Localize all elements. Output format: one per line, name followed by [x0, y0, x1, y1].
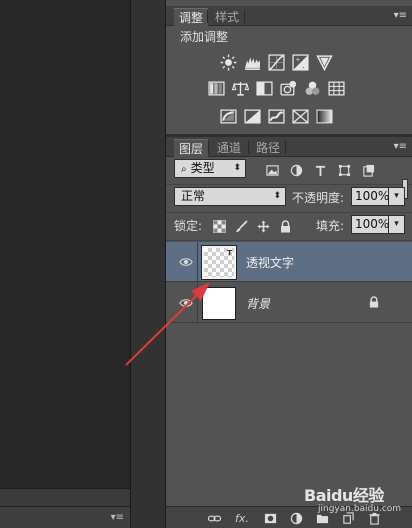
- chevron-updown-icon: ⬍: [233, 163, 241, 173]
- blend-mode-select[interactable]: 正常 ⬍: [174, 187, 286, 206]
- tab-paths[interactable]: 路径: [251, 139, 285, 157]
- adjustment-icons-row-2: [166, 78, 412, 98]
- shape-filter-icon[interactable]: [336, 162, 352, 178]
- lock-position-icon[interactable]: [256, 219, 271, 234]
- lock-icon[interactable]: [368, 296, 382, 310]
- adjustment-icons-row-3: [166, 106, 412, 126]
- tab-separator: [285, 141, 286, 154]
- blend-mode-value: 正常: [181, 189, 206, 203]
- filter-type-select[interactable]: ⌕ 类型 ⬍: [174, 159, 246, 178]
- image-filter-icon[interactable]: [264, 162, 280, 178]
- canvas-horizontal-scrollbar[interactable]: [0, 488, 130, 506]
- tab-layers[interactable]: 图层: [174, 139, 209, 157]
- tab-separator: [248, 141, 249, 154]
- adjustments-panel: 调整 样式 ▾≡ 添加调整 + -: [166, 0, 412, 134]
- lock-image-pixels-icon[interactable]: [234, 219, 249, 234]
- link-icon[interactable]: [206, 511, 222, 525]
- smart-object-filter-icon[interactable]: [360, 162, 376, 178]
- tab-adjustments[interactable]: 调整: [174, 8, 209, 26]
- canvas-area[interactable]: [0, 0, 130, 506]
- opacity-label: 不透明度:: [292, 191, 345, 205]
- layer-thumbnail-transparent[interactable]: T: [201, 245, 237, 280]
- tab-styles[interactable]: 样式: [210, 8, 244, 26]
- column-separator: [197, 242, 198, 282]
- canvas-status-bar: ▾≡: [0, 506, 130, 528]
- black-white-icon[interactable]: [254, 78, 274, 98]
- fill-dropdown-button[interactable]: ▾: [389, 215, 405, 234]
- color-lookup-icon[interactable]: [326, 78, 346, 98]
- fill-label: 填充:: [316, 219, 345, 233]
- tab-separator: [244, 10, 245, 23]
- layer-filter-row: ⌕ 类型 ⬍: [166, 157, 412, 199]
- svg-text:+: +: [295, 55, 300, 63]
- invert-icon[interactable]: [218, 106, 238, 126]
- panel-menu-icon[interactable]: ▾≡: [394, 141, 407, 152]
- layers-panel: 图层 通道 路径 ▾≡ ⌕ 类型 ⬍ 正常 ⬍ 不透明度: 100% ▾ 锁定:…: [166, 137, 412, 506]
- lock-fill-row: 锁定: 填充: 100% ▾: [166, 213, 412, 241]
- levels-icon[interactable]: [242, 52, 262, 72]
- baidu-watermark: Baidu经验 jingyan.baidu.com: [300, 482, 410, 520]
- color-balance-icon[interactable]: [230, 78, 250, 98]
- fx-icon[interactable]: fx.: [234, 511, 250, 525]
- svg-text:-: -: [302, 62, 304, 70]
- blend-opacity-row: 正常 ⬍ 不透明度: 100% ▾: [166, 185, 412, 213]
- threshold-icon[interactable]: [266, 106, 286, 126]
- lock-transparent-pixels-icon[interactable]: [212, 219, 227, 234]
- layers-tabbar: 图层 通道 路径 ▾≡: [166, 137, 412, 157]
- type-filter-icon[interactable]: [312, 162, 328, 178]
- gradient-map-icon[interactable]: [314, 106, 334, 126]
- filter-type-value: 类型: [190, 161, 215, 175]
- tab-channels[interactable]: 通道: [212, 139, 246, 157]
- search-icon: ⌕: [181, 164, 187, 175]
- eye-icon[interactable]: [178, 254, 194, 270]
- posterize-icon[interactable]: [242, 106, 262, 126]
- text-layer-thumbnail-mark: T: [227, 249, 232, 257]
- curves-icon[interactable]: [266, 52, 286, 72]
- tab-separator: [208, 141, 209, 154]
- layer-row-background[interactable]: 背景: [166, 283, 412, 323]
- mask-icon[interactable]: [262, 511, 278, 525]
- layer-row-text[interactable]: T 透视文字: [166, 242, 412, 282]
- layer-name[interactable]: 背景: [246, 295, 270, 312]
- panel-menu-icon[interactable]: ▾≡: [394, 10, 407, 21]
- layer-name[interactable]: 透视文字: [246, 254, 294, 271]
- panel-menu-icon[interactable]: ▾≡: [111, 512, 124, 523]
- chevron-updown-icon: ⬍: [273, 191, 281, 201]
- tab-separator: [207, 10, 208, 23]
- exposure-icon[interactable]: + -: [290, 52, 310, 72]
- layer-thumbnail-white[interactable]: [202, 287, 236, 320]
- add-adjustment-title: 添加调整: [180, 30, 229, 44]
- lock-all-icon[interactable]: [278, 219, 293, 234]
- channel-mixer-icon[interactable]: [302, 78, 322, 98]
- gradient-triangle-icon[interactable]: [314, 52, 334, 72]
- eye-icon[interactable]: [178, 295, 194, 311]
- watermark-url: jingyan.baidu.com: [318, 504, 402, 514]
- adjustments-tabbar: 调整 样式 ▾≡: [166, 6, 412, 26]
- opacity-input[interactable]: 100%: [351, 187, 389, 206]
- panel-column: 调整 样式 ▾≡ 添加调整 + - 图层 通道 路径 ▾≡ ⌕ 类型 ⬍ 正常 …: [166, 0, 412, 528]
- adjustment-icons-row-1: + -: [166, 52, 412, 72]
- fill-input[interactable]: 100%: [351, 215, 389, 234]
- brightness-contrast-icon[interactable]: [218, 52, 238, 72]
- adjustment-filter-icon[interactable]: [288, 162, 304, 178]
- photo-filter-icon[interactable]: [278, 78, 298, 98]
- column-separator: [197, 283, 198, 323]
- vibrance-icon[interactable]: [206, 78, 226, 98]
- opacity-dropdown-button[interactable]: ▾: [389, 187, 405, 206]
- lock-label: 锁定:: [174, 219, 203, 233]
- panel-dock-gap: [130, 0, 166, 528]
- selective-color-icon[interactable]: [290, 106, 310, 126]
- watermark-logo: Baidu经验: [304, 486, 384, 505]
